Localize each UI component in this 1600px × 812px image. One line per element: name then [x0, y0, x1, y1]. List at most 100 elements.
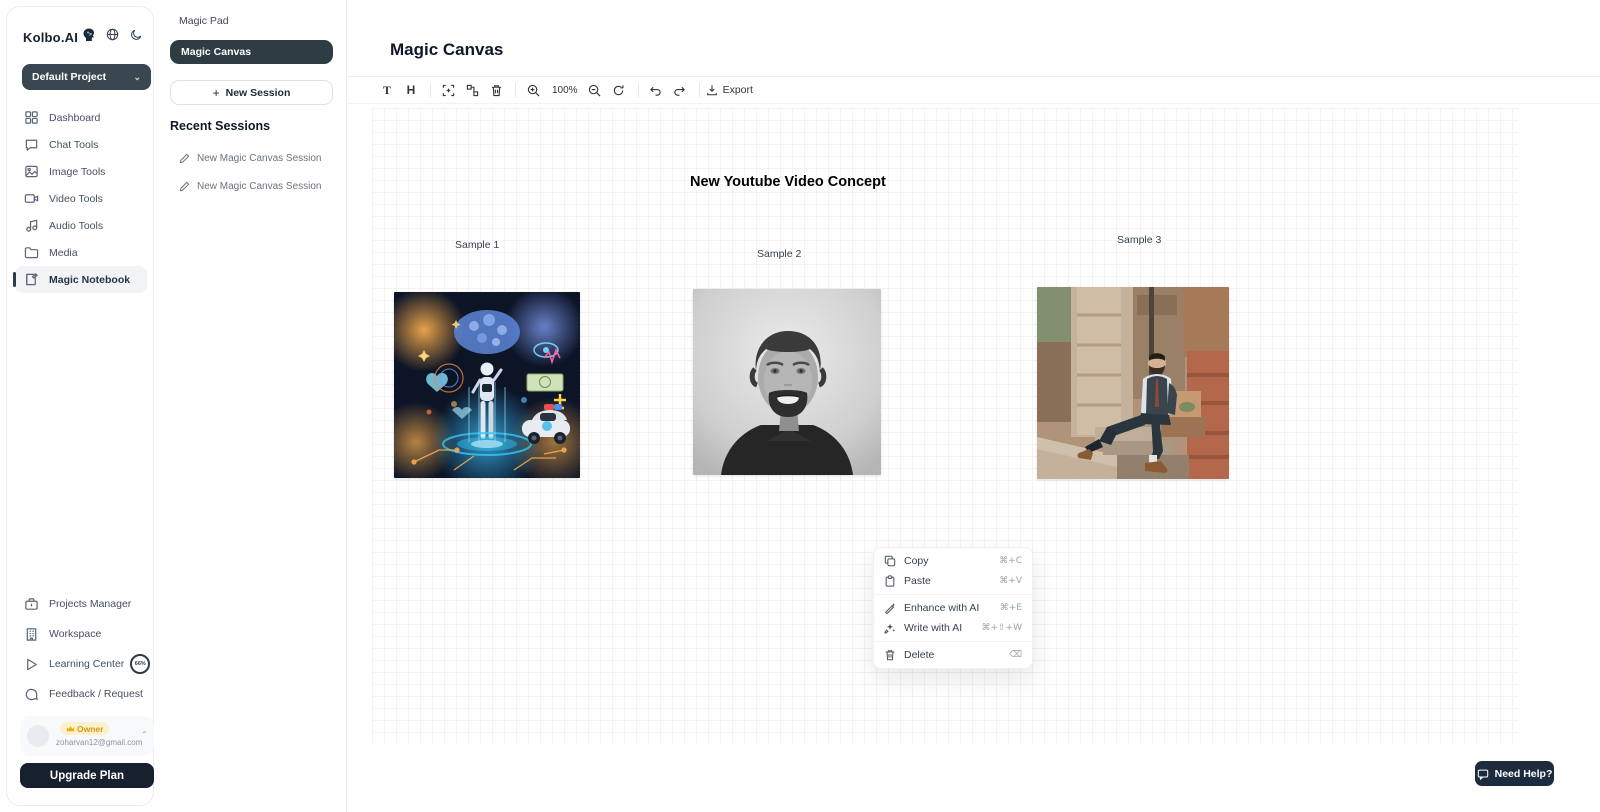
crown-icon — [66, 725, 75, 733]
canvas-heading-text[interactable]: New Youtube Video Concept — [690, 174, 886, 190]
sample-2-image[interactable] — [693, 289, 881, 475]
project-selector[interactable]: Default Project ⌄ — [22, 64, 151, 90]
context-menu-shortcut: ⌘+E — [1000, 603, 1022, 613]
owner-badge-label: Owner — [77, 724, 103, 734]
language-globe-icon[interactable] — [106, 28, 119, 46]
sample-1-image[interactable] — [394, 292, 580, 478]
brand-logo: Kolbo.AI — [23, 27, 141, 47]
redo-icon[interactable] — [669, 80, 691, 100]
zoom-in-icon[interactable] — [522, 80, 544, 100]
connector-tool-icon[interactable] — [461, 80, 483, 100]
ai-select-icon[interactable] — [437, 80, 459, 100]
primary-sidebar: Kolbo.AI Default Project ⌄ Dashboard Cha… — [6, 6, 154, 806]
delete-tool-icon[interactable] — [485, 80, 507, 100]
session-panel: Magic Pad Magic Canvas + New Session Rec… — [155, 0, 347, 812]
pencil-icon — [179, 181, 190, 192]
sidebar-item-label: Projects Manager — [49, 598, 131, 610]
context-menu-paste[interactable]: Paste ⌘+V — [874, 571, 1032, 591]
export-label: Export — [723, 84, 753, 96]
sidebar-item-label: Audio Tools — [49, 220, 103, 232]
trash-icon — [884, 649, 896, 661]
context-menu: Copy ⌘+C Paste ⌘+V Enhance with AI ⌘+E W… — [873, 547, 1033, 669]
sidebar-item-label: Image Tools — [49, 166, 105, 178]
chevron-down-icon: ⌄ — [133, 72, 141, 83]
brand-head-icon — [81, 27, 97, 48]
sidebar-item-label: Media — [49, 247, 78, 259]
project-selector-label: Default Project — [32, 71, 106, 83]
undo-icon[interactable] — [645, 80, 667, 100]
sidebar-item-label: Chat Tools — [49, 139, 98, 151]
enhance-icon — [884, 602, 896, 614]
user-email: zoharvan12@gmail.com — [56, 738, 142, 747]
sample-1-label[interactable]: Sample 1 — [455, 239, 499, 251]
toolbar-divider — [699, 83, 700, 97]
text-tool-label: T — [383, 83, 391, 98]
heading-tool-label: H — [407, 83, 416, 97]
zoom-level-value[interactable]: 100% — [552, 85, 578, 96]
owner-badge: Owner — [60, 722, 109, 735]
context-menu-enhance-with-ai[interactable]: Enhance with AI ⌘+E — [874, 598, 1032, 618]
session-list-item[interactable]: New Magic Canvas Session — [179, 178, 339, 194]
export-button[interactable]: Export — [706, 84, 753, 96]
context-menu-copy[interactable]: Copy ⌘+C — [874, 551, 1032, 571]
download-icon — [706, 84, 718, 96]
sample-2-label[interactable]: Sample 2 — [757, 248, 801, 260]
session-item-label: New Magic Canvas Session — [197, 181, 322, 192]
dark-mode-moon-icon[interactable] — [130, 28, 143, 46]
sidebar-item-chat-tools[interactable]: Chat Tools — [15, 131, 147, 158]
copy-icon — [884, 555, 896, 567]
magic-canvas-item-selected[interactable]: Magic Canvas — [170, 40, 333, 64]
sidebar-item-magic-notebook[interactable]: Magic Notebook — [15, 266, 147, 293]
sidebar-item-video-tools[interactable]: Video Tools — [15, 185, 147, 212]
need-help-label: Need Help? — [1495, 768, 1553, 780]
sidebar-item-dashboard[interactable]: Dashboard — [15, 104, 147, 131]
need-help-button[interactable]: Need Help? — [1475, 761, 1554, 786]
sidebar-item-media[interactable]: Media — [15, 239, 147, 266]
chevron-caret-icon: ⌃ — [141, 730, 148, 739]
context-menu-divider — [874, 594, 1032, 595]
plus-icon: + — [213, 86, 220, 100]
sidebar-item-feedback[interactable]: Feedback / Request — [15, 679, 151, 709]
sidebar-item-label: Video Tools — [49, 193, 103, 205]
recent-sessions-heading: Recent Sessions — [170, 119, 270, 133]
sidebar-item-learning-center[interactable]: Learning Center 66% — [15, 649, 151, 679]
sidebar-item-label: Learning Center — [49, 658, 124, 670]
context-menu-shortcut: ⌫ — [1009, 650, 1022, 660]
context-menu-divider — [874, 641, 1032, 642]
learning-progress-badge: 66% — [130, 654, 150, 674]
sidebar-item-workspace[interactable]: Workspace — [15, 619, 151, 649]
toolbar-divider — [638, 83, 639, 97]
zoom-out-icon[interactable] — [584, 80, 606, 100]
user-account-chip[interactable]: Owner zoharvan12@gmail.com ⌃ — [20, 716, 154, 756]
canvas-toolbar: T H 100% Export — [347, 76, 1600, 104]
reset-rotate-icon[interactable] — [608, 80, 630, 100]
sidebar-nav: Dashboard Chat Tools Image Tools Video T… — [15, 104, 147, 293]
sidebar-footer-nav: Projects Manager Workspace Learning Cent… — [15, 589, 151, 709]
sample-3-label[interactable]: Sample 3 — [1117, 234, 1161, 246]
sidebar-item-image-tools[interactable]: Image Tools — [15, 158, 147, 185]
upgrade-plan-button[interactable]: Upgrade Plan — [20, 763, 154, 788]
magic-pad-item[interactable]: Magic Pad — [179, 15, 229, 27]
pencil-icon — [179, 153, 190, 164]
brand-name: Kolbo.AI — [23, 30, 78, 45]
help-chat-icon — [1477, 768, 1489, 780]
toolbar-divider — [515, 83, 516, 97]
session-list-item[interactable]: New Magic Canvas Session — [179, 150, 339, 166]
sidebar-item-projects-manager[interactable]: Projects Manager — [15, 589, 151, 619]
context-menu-delete[interactable]: Delete ⌫ — [874, 645, 1032, 665]
heading-tool-button[interactable]: H — [400, 80, 422, 100]
page-title: Magic Canvas — [390, 40, 503, 60]
avatar — [27, 725, 49, 747]
toolbar-divider — [430, 83, 431, 97]
context-menu-label: Enhance with AI — [904, 602, 979, 614]
context-menu-shortcut: ⌘+⇧+W — [981, 623, 1022, 633]
magic-canvas-label: Magic Canvas — [181, 46, 251, 58]
context-menu-write-with-ai[interactable]: Write with AI ⌘+⇧+W — [874, 618, 1032, 638]
text-tool-button[interactable]: T — [376, 80, 398, 100]
write-icon — [884, 622, 896, 634]
sidebar-item-audio-tools[interactable]: Audio Tools — [15, 212, 147, 239]
context-menu-label: Paste — [904, 575, 931, 587]
new-session-button[interactable]: + New Session — [170, 80, 333, 105]
sample-3-image[interactable] — [1037, 287, 1229, 479]
session-item-label: New Magic Canvas Session — [197, 153, 322, 164]
